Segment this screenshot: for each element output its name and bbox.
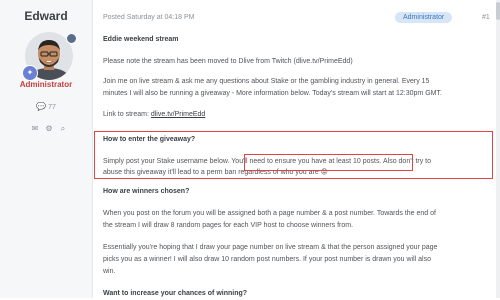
post-title: Eddie weekend stream — [103, 36, 179, 43]
requirement-highlight — [244, 154, 413, 171]
author-post-count: 💬 77 — [0, 102, 92, 111]
scrollbar-thumb[interactable] — [496, 2, 500, 20]
winners-para1-b: the stream I will draw 8 random pages fo… — [103, 222, 354, 229]
scrollbar[interactable] — [496, 0, 500, 298]
winners-para2-a: Essentially you're hoping that I draw yo… — [103, 244, 438, 251]
author-actions: ✉ ⚙ ⌕ — [31, 124, 67, 134]
status-badge: Administrator — [395, 12, 453, 23]
stream-link[interactable]: dlive.tv/PrimeEdd — [151, 111, 205, 118]
post-count-value: 77 — [48, 104, 56, 111]
author-username[interactable]: Edward — [0, 9, 92, 23]
status-dot-icon — [66, 33, 77, 44]
author-panel: Edward ✦ Administrator 💬 77 ✉ ⚙ ⌕ — [0, 0, 93, 298]
chat-icon: 💬 — [36, 102, 47, 111]
search-icon[interactable]: ⌕ — [59, 124, 67, 134]
winners-para2-b: picks you as a winner! I will also draw … — [103, 256, 431, 263]
winners-para2-c: win. — [103, 268, 116, 275]
stream-link-prefix: Link to stream: — [103, 111, 151, 118]
post-timestamp[interactable]: Posted Saturday at 04:18 PM — [103, 14, 194, 21]
gear-icon[interactable]: ⚙ — [45, 124, 53, 134]
rank-badge-icon: ✦ — [22, 65, 38, 81]
winners-para1-a: When you post on the forum you will be a… — [103, 210, 436, 217]
paragraph-join-b: minutes I will also be running a giveawa… — [103, 90, 442, 97]
paragraph-join-a: Join me on live stream & ask me any ques… — [103, 78, 430, 85]
paragraph-stream-move: Please note the stream has been moved to… — [103, 58, 353, 65]
forum-post: Edward ✦ Administrator 💬 77 ✉ ⚙ ⌕ Posted… — [0, 0, 500, 298]
envelope-icon[interactable]: ✉ — [31, 124, 39, 134]
author-role: Administrator — [19, 80, 73, 89]
post-number-link[interactable]: #1 — [482, 14, 490, 21]
increase-heading: Want to increase your chances of winning… — [103, 290, 248, 297]
winners-heading: How are winners chosen? — [103, 188, 190, 195]
stream-link-line: Link to stream: dlive.tv/PrimeEdd — [103, 109, 205, 121]
